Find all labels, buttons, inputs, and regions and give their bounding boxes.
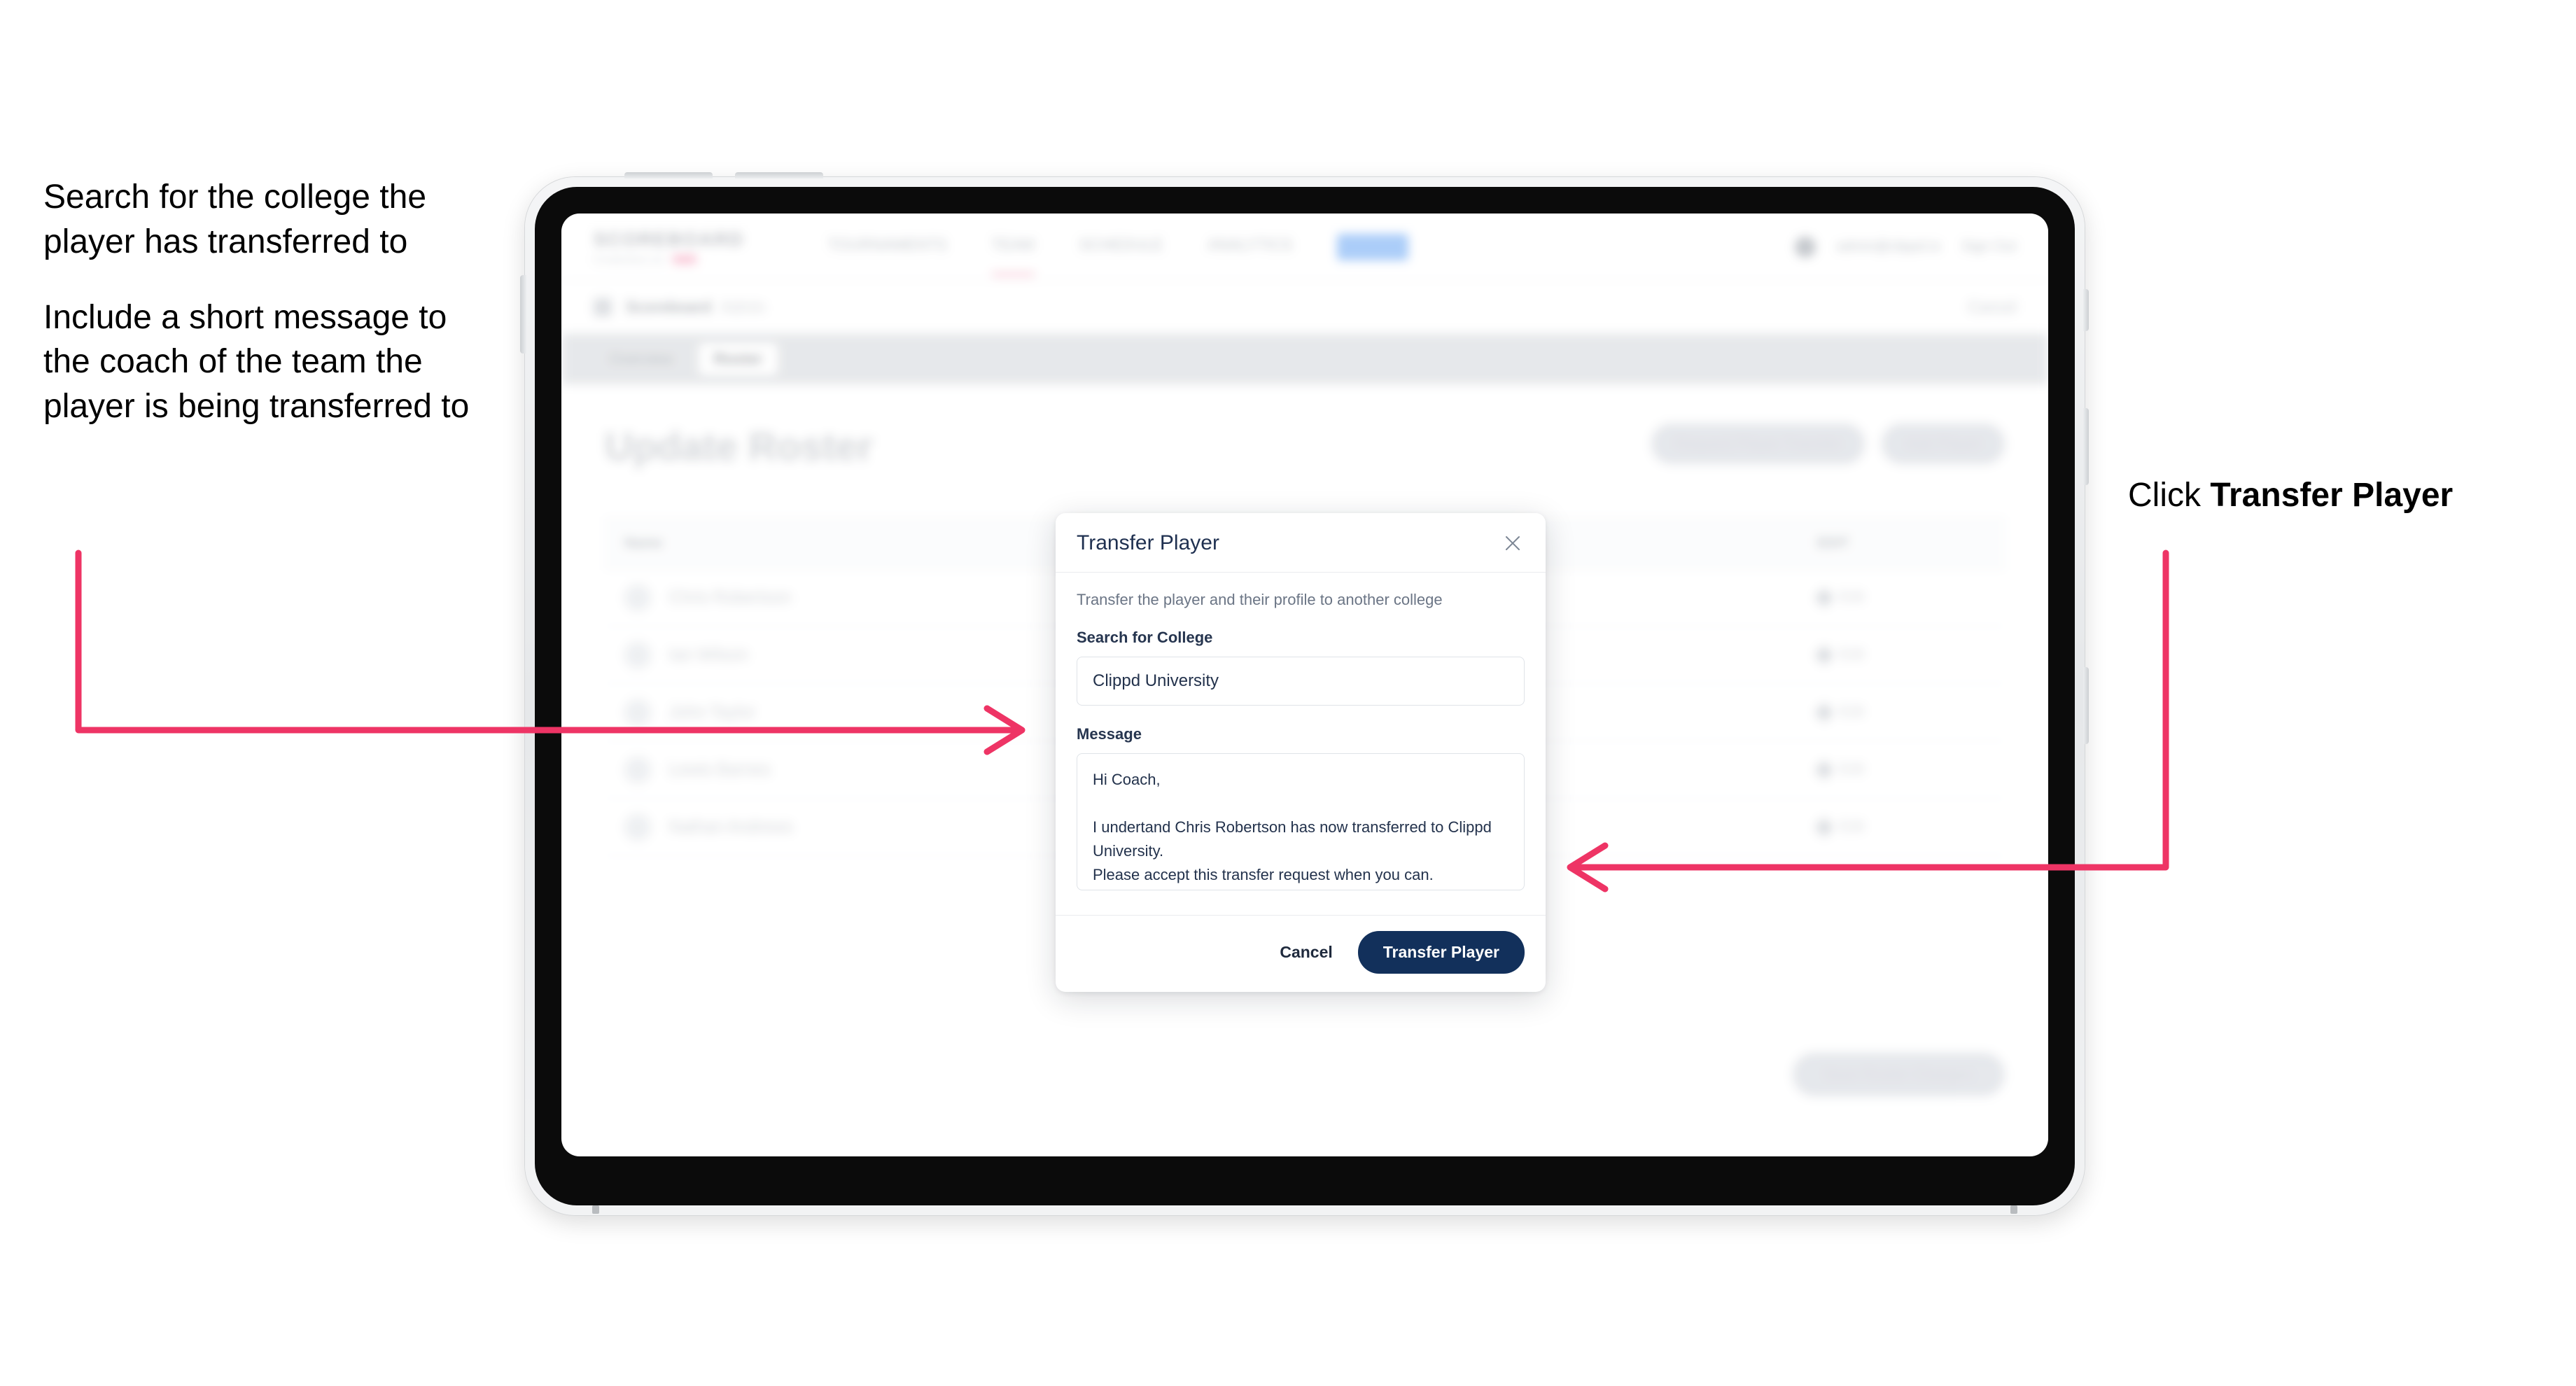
field-spacer <box>1077 706 1525 725</box>
modal-footer: Cancel Transfer Player <box>1056 915 1546 992</box>
close-icon[interactable] <box>1501 531 1525 555</box>
volume-down-button <box>735 172 823 178</box>
modal-body: Transfer the player and their profile to… <box>1056 573 1546 915</box>
cancel-button[interactable]: Cancel <box>1275 942 1336 962</box>
message-textarea[interactable] <box>1077 753 1525 890</box>
device-foot-right <box>2010 1205 2017 1214</box>
transfer-player-modal: Transfer Player Transfer the player and … <box>1056 513 1546 992</box>
side-button-3 <box>2083 667 2089 744</box>
device-screen: SCOREBOARD POWERED BY TOURNAMENTS TEAM S… <box>561 214 2048 1156</box>
college-field-label: Search for College <box>1077 629 1213 646</box>
side-button-1 <box>2083 289 2089 331</box>
side-button-2 <box>2083 408 2089 485</box>
modal-header: Transfer Player <box>1056 513 1546 573</box>
device-bezel: SCOREBOARD POWERED BY TOURNAMENTS TEAM S… <box>535 187 2075 1205</box>
annotation-line-1: Search for the college the player has tr… <box>43 178 427 260</box>
tablet-device-frame: SCOREBOARD POWERED BY TOURNAMENTS TEAM S… <box>520 172 2089 1215</box>
transfer-player-submit-button[interactable]: Transfer Player <box>1357 931 1525 974</box>
power-button <box>520 275 526 354</box>
right-annotation-prefix: Click <box>2128 477 2211 514</box>
modal-title: Transfer Player <box>1077 531 1219 554</box>
search-college-input[interactable] <box>1077 657 1525 706</box>
volume-up-button <box>624 172 713 178</box>
right-annotation-block: Click Transfer Player <box>2128 476 2453 514</box>
left-annotation-block: Search for the college the player has tr… <box>43 175 491 429</box>
annotation-line-2: Include a short message to the coach of … <box>43 298 470 426</box>
right-annotation-bold: Transfer Player <box>2210 477 2454 514</box>
message-field-label: Message <box>1077 725 1142 743</box>
modal-subtitle: Transfer the player and their profile to… <box>1077 591 1443 608</box>
device-foot-left <box>592 1205 599 1214</box>
